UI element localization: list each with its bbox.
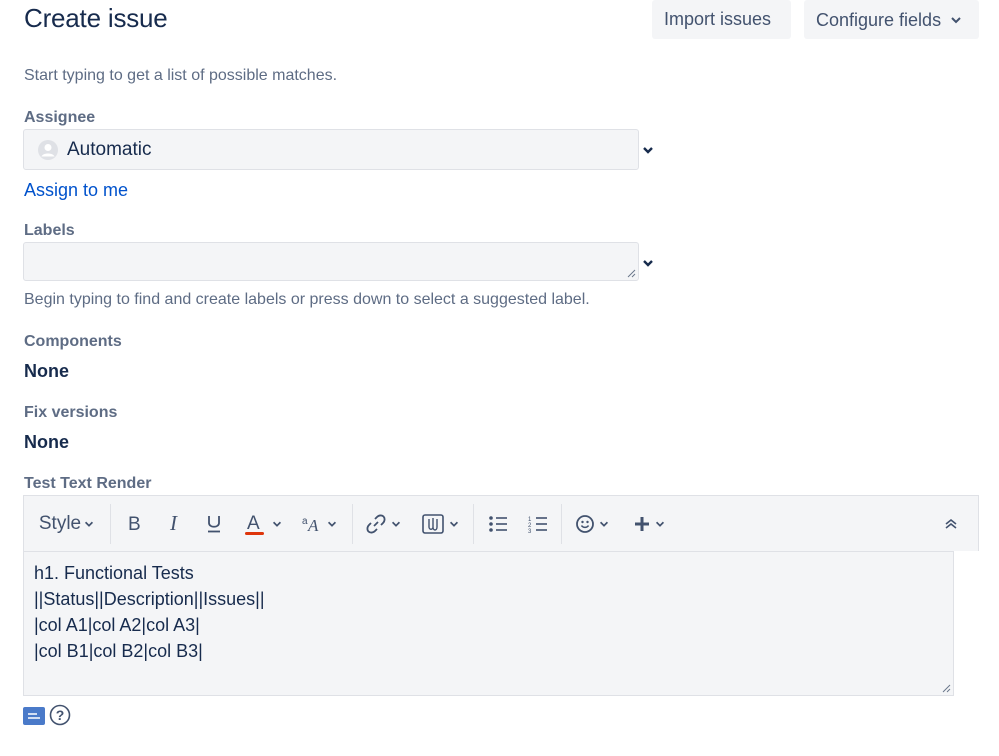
text-effects-dropdown[interactable]: a A [298, 496, 340, 552]
avatar-icon [38, 139, 58, 160]
text-render-editor[interactable]: h1. Functional Tests ||Status||Descripti… [23, 551, 954, 696]
labels-input[interactable] [23, 242, 639, 281]
emoji-icon [575, 515, 594, 533]
attachment-icon [421, 514, 444, 534]
text-color-dropdown[interactable]: A [238, 496, 288, 552]
bold-icon: B [128, 514, 141, 534]
style-dropdown[interactable]: Style [36, 496, 98, 552]
chevron-down-icon [449, 521, 458, 527]
components-value[interactable]: None [24, 361, 69, 382]
collapse-toolbar-button[interactable] [936, 496, 966, 552]
bullet-list-icon [489, 516, 507, 532]
svg-text:B: B [128, 514, 141, 534]
italic-button[interactable]: I [160, 496, 188, 552]
test-text-render-label: Test Text Render [24, 475, 152, 492]
resize-handle-icon[interactable] [941, 683, 951, 693]
labels-label: Labels [24, 222, 75, 239]
toolbar-divider [352, 504, 353, 544]
assignee-help-text: Start typing to get a list of possible m… [24, 67, 338, 84]
editor-line: ||Status||Description||Issues|| [34, 589, 265, 609]
emoji-dropdown[interactable] [572, 496, 612, 552]
assignee-value: Automatic [67, 138, 152, 160]
assignee-select[interactable]: Automatic [23, 129, 639, 170]
editor-line: h1. Functional Tests [34, 563, 194, 583]
toolbar-divider [110, 504, 111, 544]
svg-text:?: ? [56, 707, 65, 723]
style-label: Style [38, 513, 82, 534]
chevron-down-icon [272, 521, 282, 527]
insert-more-dropdown[interactable] [630, 496, 668, 552]
italic-icon: I [169, 514, 178, 534]
chevron-down-icon [599, 521, 608, 527]
bold-button[interactable]: B [120, 496, 148, 552]
text-color-icon: A [245, 513, 264, 535]
configure-fields-button[interactable]: Configure fields [804, 0, 979, 39]
fix-versions-label: Fix versions [24, 404, 118, 421]
chevron-down-icon [391, 521, 400, 527]
toolbar-divider [561, 504, 562, 544]
chevron-down-icon [327, 521, 337, 527]
numbered-list-icon: 1 2 3 [528, 517, 547, 533]
assignee-label: Assignee [24, 109, 96, 126]
underline-icon [208, 516, 220, 533]
chevron-down-icon [85, 521, 94, 527]
configure-fields-label: Configure fields [816, 9, 942, 30]
underline-button[interactable] [200, 496, 228, 552]
bullet-list-button[interactable] [484, 496, 512, 552]
assignee-dropdown-icon[interactable] [641, 143, 655, 157]
text-effects-icon: a A [302, 516, 319, 534]
collapse-icon [945, 518, 957, 529]
help-icon[interactable]: ? [49, 704, 71, 726]
editor-line: |col B1|col B2|col B3| [34, 641, 203, 661]
svg-text:I: I [169, 514, 178, 534]
editor-toolbar: Style B I A a A 1 2 3 [23, 495, 979, 551]
editor-line: |col A1|col A2|col A3| [34, 615, 200, 635]
assign-to-me-link[interactable]: Assign to me [24, 180, 128, 201]
plus-icon [634, 517, 649, 531]
fix-versions-value[interactable]: None [24, 432, 69, 453]
labels-dropdown-icon[interactable] [641, 256, 655, 270]
chevron-down-icon [951, 16, 961, 23]
svg-text:A: A [247, 513, 260, 534]
link-icon [366, 514, 385, 534]
svg-text:A: A [307, 516, 319, 534]
labels-help-text: Begin typing to find and create labels o… [24, 291, 590, 308]
svg-text:3: 3 [528, 529, 532, 533]
wiki-markup-icon[interactable] [23, 707, 45, 725]
import-issues-button[interactable]: Import issues [652, 0, 791, 39]
attachment-dropdown[interactable] [418, 496, 462, 552]
resize-handle-icon[interactable] [626, 268, 636, 278]
toolbar-divider [473, 504, 474, 544]
chevron-down-icon [655, 521, 664, 527]
numbered-list-button[interactable]: 1 2 3 [524, 496, 552, 552]
page-title: Create issue [24, 3, 168, 33]
components-label: Components [24, 333, 122, 350]
link-dropdown[interactable] [362, 496, 404, 552]
